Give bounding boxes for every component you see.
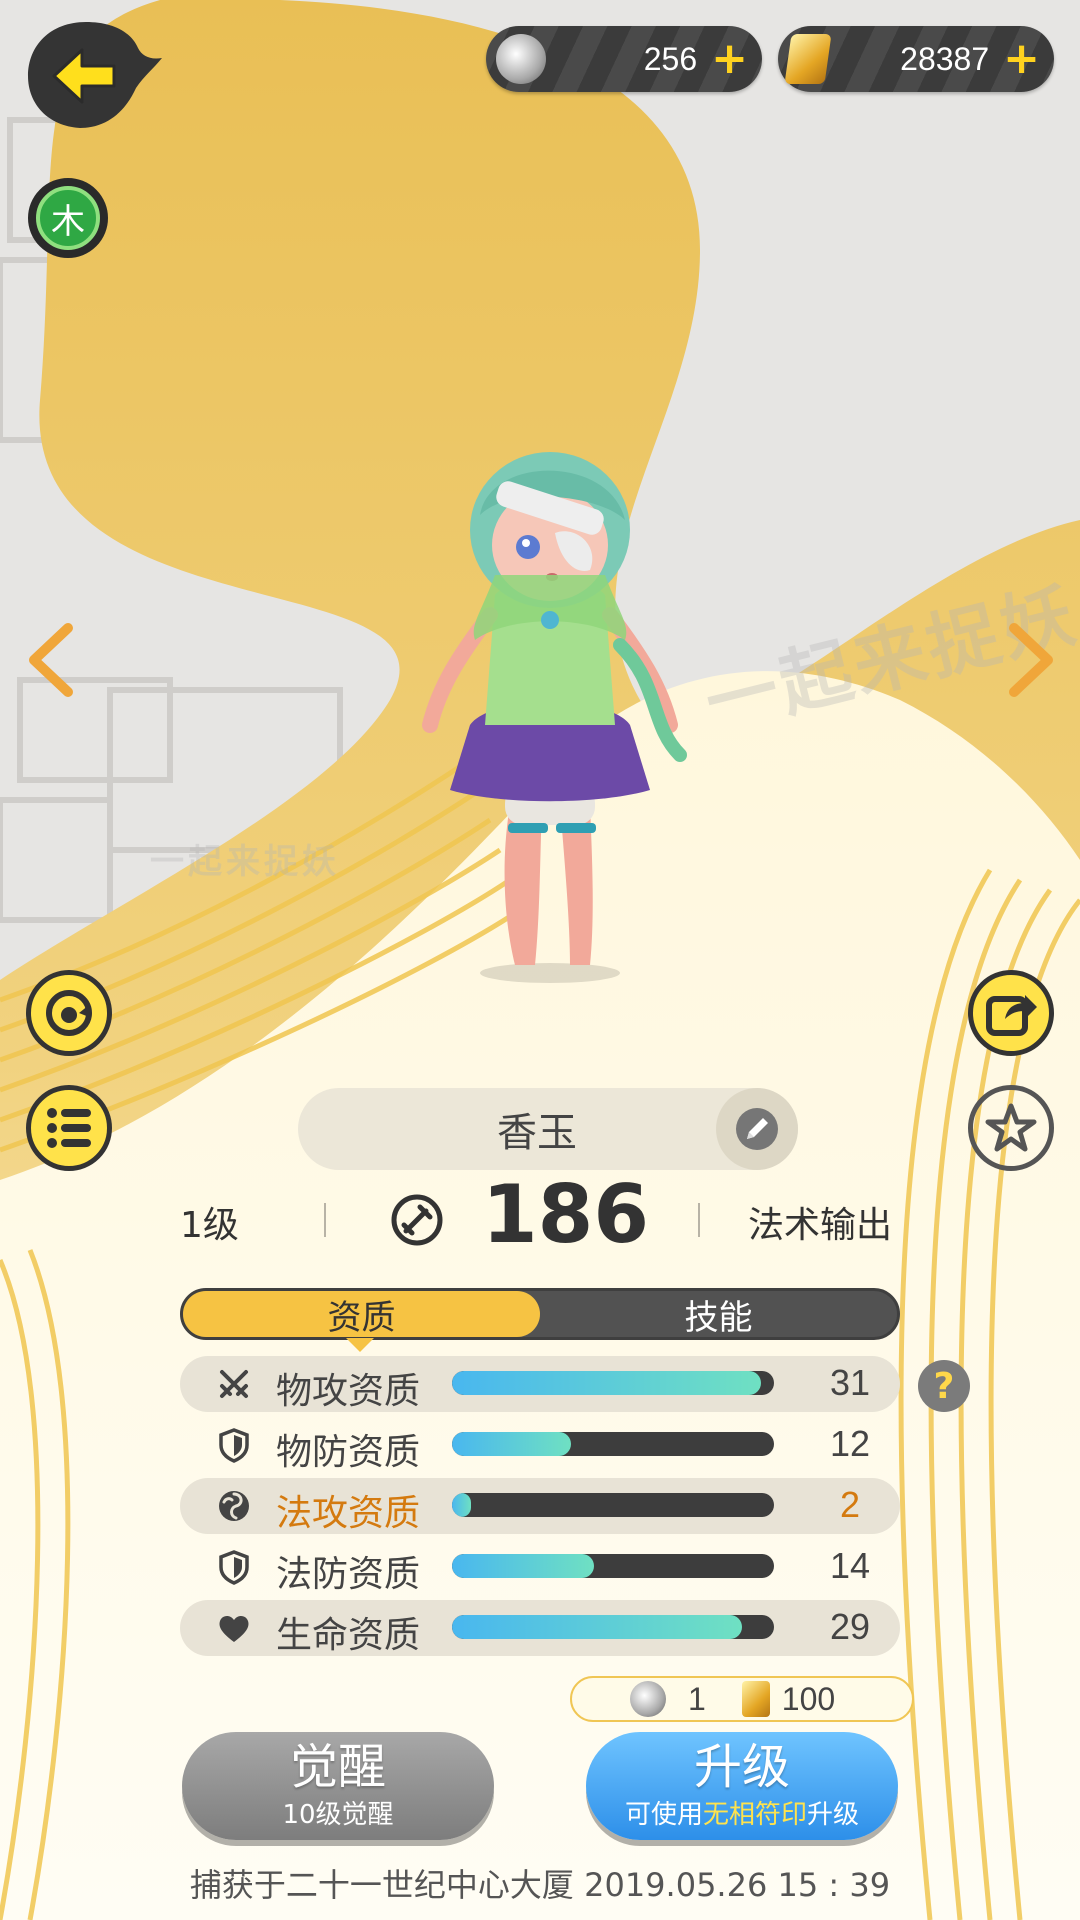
pet-name-plate: 香玉	[298, 1088, 798, 1170]
aptitude-bar-fill	[452, 1493, 472, 1517]
share-icon	[986, 995, 1037, 1036]
aptitude-bar-fill	[452, 1432, 572, 1456]
tab-skills[interactable]: 技能	[540, 1291, 897, 1338]
element-label: 木	[36, 186, 100, 250]
pearl-currency-icon	[496, 34, 546, 84]
currency-pearl-counter: 256 +	[486, 26, 762, 92]
crystal-currency-icon	[784, 34, 832, 84]
aptitude-value: 12	[829, 1423, 871, 1464]
pet-name: 香玉	[497, 1110, 577, 1156]
aptitude-label: 生命资质	[276, 1615, 421, 1656]
divider	[698, 1203, 700, 1237]
back-button[interactable]	[26, 18, 164, 130]
upgrade-hint-item: 无相符印	[702, 1799, 807, 1830]
upgrade-title: 升级	[693, 1739, 790, 1796]
upgrade-hint-prefix: 可使用	[624, 1799, 703, 1830]
swirl-icon	[219, 1491, 249, 1521]
rename-button[interactable]	[716, 1088, 798, 1170]
aptitude-value: 29	[829, 1606, 871, 1647]
detail-tabs: 资质 技能	[180, 1288, 900, 1340]
crystal-currency-icon	[741, 1681, 770, 1717]
combat-power-value: 186	[482, 1168, 649, 1261]
next-pet-arrow-icon[interactable]	[1000, 620, 1060, 700]
add-crystal-button[interactable]: +	[1003, 37, 1040, 81]
pet-level: 1级	[180, 1205, 239, 1246]
rotate-icon	[46, 990, 92, 1036]
upgrade-hint-suffix: 升级	[807, 1799, 860, 1830]
combat-power-icon	[391, 1194, 443, 1246]
aptitude-row: 生命资质 29	[180, 1600, 900, 1656]
add-pearl-button[interactable]: +	[711, 37, 748, 81]
menu-list-button[interactable]	[26, 1085, 112, 1171]
pet-character-model[interactable]	[400, 425, 700, 985]
upgrade-hint: 可使用无相符印升级	[625, 1794, 859, 1831]
aptitude-bar-fill	[452, 1371, 762, 1395]
aptitude-value: 2	[839, 1484, 861, 1525]
aptitude-bar	[452, 1554, 774, 1578]
aptitude-label: 物攻资质	[276, 1371, 421, 1412]
star-icon	[985, 1103, 1037, 1152]
share-button[interactable]	[968, 970, 1054, 1056]
upgrade-button[interactable]: 升级 可使用无相符印升级	[586, 1732, 898, 1840]
swords-icon	[220, 1370, 248, 1398]
aptitude-label: 法防资质	[276, 1554, 421, 1595]
heart-icon	[219, 1615, 249, 1642]
watermark-text: 一起来捉妖	[150, 842, 340, 882]
rotate-view-button[interactable]	[26, 970, 112, 1056]
pearl-cost: 1	[688, 1680, 706, 1717]
aptitude-label: 法攻资质	[276, 1493, 421, 1534]
awaken-title: 觉醒	[289, 1739, 386, 1796]
pearl-currency-icon	[630, 1681, 666, 1717]
aptitude-row: 物防资质 12	[180, 1417, 900, 1473]
back-arrow-icon	[28, 22, 162, 128]
crystal-cost: 100	[781, 1680, 836, 1717]
favorite-button[interactable]	[968, 1085, 1054, 1171]
aptitude-value: 14	[829, 1545, 871, 1586]
upgrade-cost: 1 100	[570, 1676, 914, 1722]
aptitude-bar-fill	[452, 1615, 742, 1639]
aptitude-bar	[452, 1493, 774, 1517]
shield-icon	[219, 1428, 249, 1463]
active-tab-pointer	[346, 1338, 374, 1352]
awaken-button[interactable]: 觉醒 10级觉醒	[182, 1732, 494, 1840]
aptitude-bar	[452, 1432, 774, 1456]
wood-element-badge[interactable]: 木	[28, 178, 108, 258]
aptitude-label: 物防资质	[276, 1432, 421, 1473]
aptitude-value: 31	[829, 1362, 871, 1403]
capture-info: 捕获于二十一世纪中心大厦 2019.05.26 15 : 39	[189, 1866, 891, 1904]
pearl-amount: 256	[643, 40, 698, 77]
divider	[324, 1203, 326, 1237]
aptitude-row: 物攻资质 31	[180, 1356, 900, 1412]
aptitude-bar	[452, 1371, 774, 1395]
previous-pet-arrow-icon[interactable]	[22, 620, 82, 700]
pet-role: 法术输出	[748, 1205, 893, 1246]
aptitude-bar-fill	[452, 1554, 594, 1578]
crystal-amount: 28387	[900, 40, 990, 77]
list-icon	[47, 1108, 91, 1148]
aptitude-help-button[interactable]: ?	[918, 1360, 970, 1412]
edit-pencil-icon	[736, 1108, 778, 1150]
aptitude-row: 法攻资质 2	[180, 1478, 900, 1534]
aptitude-bar	[452, 1615, 774, 1639]
currency-crystal-counter: 28387 +	[778, 26, 1054, 92]
awaken-requirement: 10级觉醒	[282, 1799, 394, 1830]
shield-icon	[219, 1550, 249, 1585]
tab-aptitude[interactable]: 资质	[183, 1291, 540, 1338]
aptitude-row: 法防资质 14	[180, 1539, 900, 1595]
